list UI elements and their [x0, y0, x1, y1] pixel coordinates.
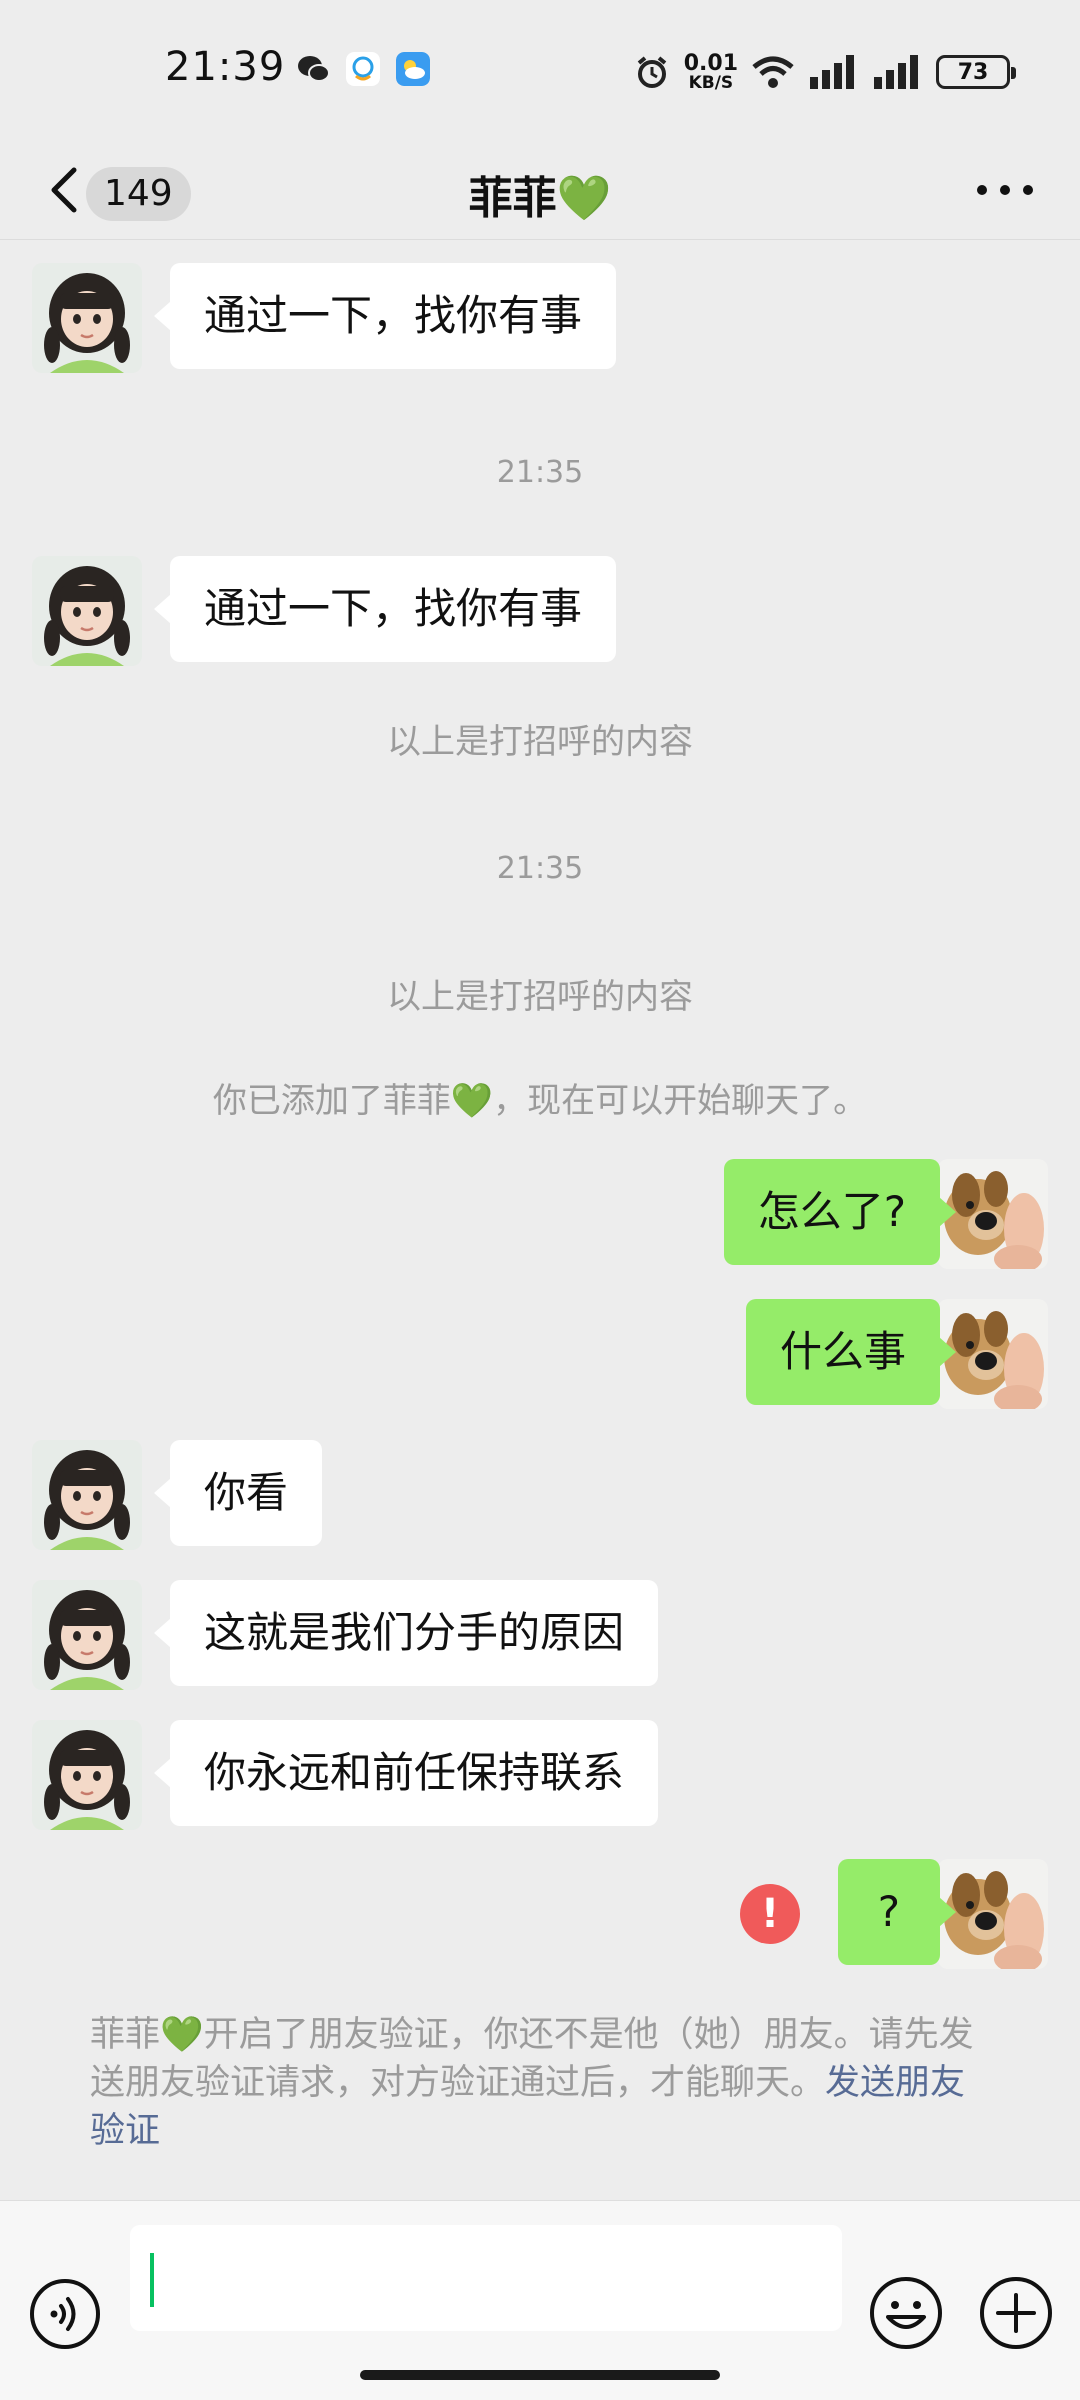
message-row-incoming: 通过一下，找你有事: [0, 556, 1080, 666]
signal-icon: [810, 55, 854, 89]
wifi-icon: [752, 56, 794, 88]
message-row-incoming: 这就是我们分手的原因: [0, 1580, 1080, 1690]
system-message: 以上是打招呼的内容: [387, 977, 693, 1017]
home-indicator[interactable]: [360, 2370, 720, 2380]
contact-avatar[interactable]: [32, 1440, 142, 1550]
qq-icon: [346, 52, 380, 86]
timestamp: 21:35: [496, 455, 584, 490]
contact-avatar[interactable]: [32, 1580, 142, 1690]
message-bubble[interactable]: ?: [837, 1859, 957, 1965]
message-bubble[interactable]: 这就是我们分手的原因: [153, 1580, 659, 1686]
message-bubble[interactable]: 怎么了?: [723, 1159, 957, 1265]
voice-icon[interactable]: [28, 2277, 102, 2351]
system-message: 以上是打招呼的内容: [387, 722, 693, 762]
message-bubble[interactable]: 你看: [153, 1440, 323, 1546]
battery-icon: 73: [936, 55, 1016, 89]
message-row-incoming: 通过一下，找你有事: [0, 263, 1080, 373]
message-input[interactable]: [130, 2225, 842, 2331]
message-row-outgoing: ! ?: [0, 1859, 1080, 1969]
message-row-outgoing: 怎么了?: [0, 1159, 1080, 1269]
message-row-incoming: 你看: [0, 1440, 1080, 1550]
status-bar: 21:39 0.01 KB/S 73: [0, 0, 1080, 140]
contact-avatar[interactable]: [32, 1720, 142, 1830]
more-icon[interactable]: [970, 170, 1040, 210]
contact-avatar[interactable]: [32, 263, 142, 373]
system-message: 你已添加了菲菲💚，现在可以开始聊天了。: [212, 1081, 868, 1121]
status-time: 21:39: [165, 44, 286, 90]
status-icons: 0.01 KB/S 73: [634, 50, 1016, 94]
net-speed: 0.01 KB/S: [683, 50, 738, 93]
send-failed-icon[interactable]: !: [740, 1884, 800, 1944]
friend-verification-notice: 菲菲💚开启了朋友验证，你还不是他（她）朋友。请先发送朋友验证请求，对方验证通过后…: [90, 2011, 990, 2155]
weather-icon: [396, 52, 430, 86]
contact-avatar[interactable]: [32, 556, 142, 666]
message-row-incoming: 你永远和前任保持联系: [0, 1720, 1080, 1830]
signal-icon: [874, 55, 918, 89]
message-bubble[interactable]: 通过一下，找你有事: [153, 556, 617, 662]
emoji-icon[interactable]: [868, 2275, 944, 2351]
message-list[interactable]: 通过一下，找你有事 21:35 通过一下，找你有事 以上是打招呼的内容 21:3…: [0, 241, 1080, 2199]
timestamp: 21:35: [496, 851, 584, 886]
plus-icon[interactable]: [978, 2275, 1054, 2351]
chat-title: 菲菲💚: [468, 173, 612, 224]
chat-header: 149 菲菲💚: [0, 140, 1080, 240]
text-caret: [150, 2253, 154, 2307]
wechat-icon: [298, 56, 330, 82]
message-bubble[interactable]: 什么事: [745, 1299, 957, 1405]
message-bubble[interactable]: 你永远和前任保持联系: [153, 1720, 659, 1826]
message-bubble[interactable]: 通过一下，找你有事: [153, 263, 617, 369]
alarm-icon: [637, 56, 666, 88]
message-row-outgoing: 什么事: [0, 1299, 1080, 1409]
